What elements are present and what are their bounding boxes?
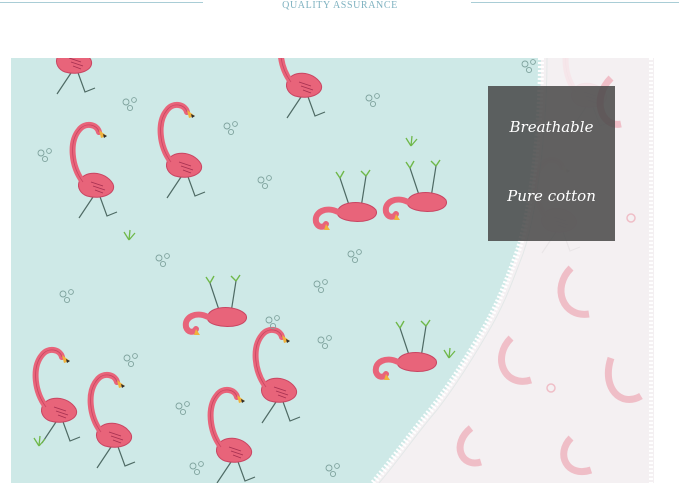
header: QUALITY ASSURANCE [0,0,679,14]
feature-pure-cotton: Pure cotton [507,187,596,205]
fabric-photo: Breathable Pure cotton [11,58,654,483]
product-image-page: QUALITY ASSURANCE Breathable Pure cotton [0,0,679,486]
header-divider-right [471,2,679,3]
header-title: QUALITY ASSURANCE [282,0,398,11]
feature-badge: Breathable Pure cotton [488,86,615,241]
header-divider-left [0,2,203,3]
feature-breathable: Breathable [509,118,594,136]
